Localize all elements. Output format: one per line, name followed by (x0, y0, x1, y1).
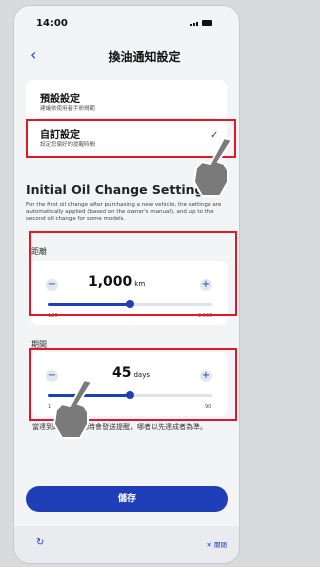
signal-icon (190, 22, 198, 26)
close-label: 關閉 (214, 541, 227, 549)
status-time: 14:00 (36, 18, 68, 29)
refresh-icon[interactable]: ↻ (36, 537, 44, 548)
option-default-title: 預設設定 (40, 94, 80, 105)
section-description: For the first oil change after purchasin… (26, 202, 222, 222)
swipe-hand-icon (52, 378, 94, 439)
bottom-bar: ↻ ✕ 關閉 (14, 526, 239, 563)
page-title: 換油通知設定 (108, 50, 181, 64)
distance-highlight (29, 231, 237, 316)
tap-hand-icon (192, 136, 234, 197)
option-default-subtitle: 建議依使用者手冊規範 (40, 106, 96, 112)
status-bar: 14:00 (14, 6, 239, 40)
save-button[interactable]: 儲存 (26, 486, 228, 512)
close-button[interactable]: ✕ 關閉 (206, 539, 227, 549)
battery-icon (202, 20, 212, 26)
nav-bar: ‹ 換油通知設定 (14, 42, 239, 68)
section-title: Initial Oil Change Settings (26, 182, 211, 197)
phone-screen: 14:00 ‹ 換油通知設定 預設設定 建議依使用者手冊規範 自訂設定 設定您偏… (14, 6, 239, 563)
